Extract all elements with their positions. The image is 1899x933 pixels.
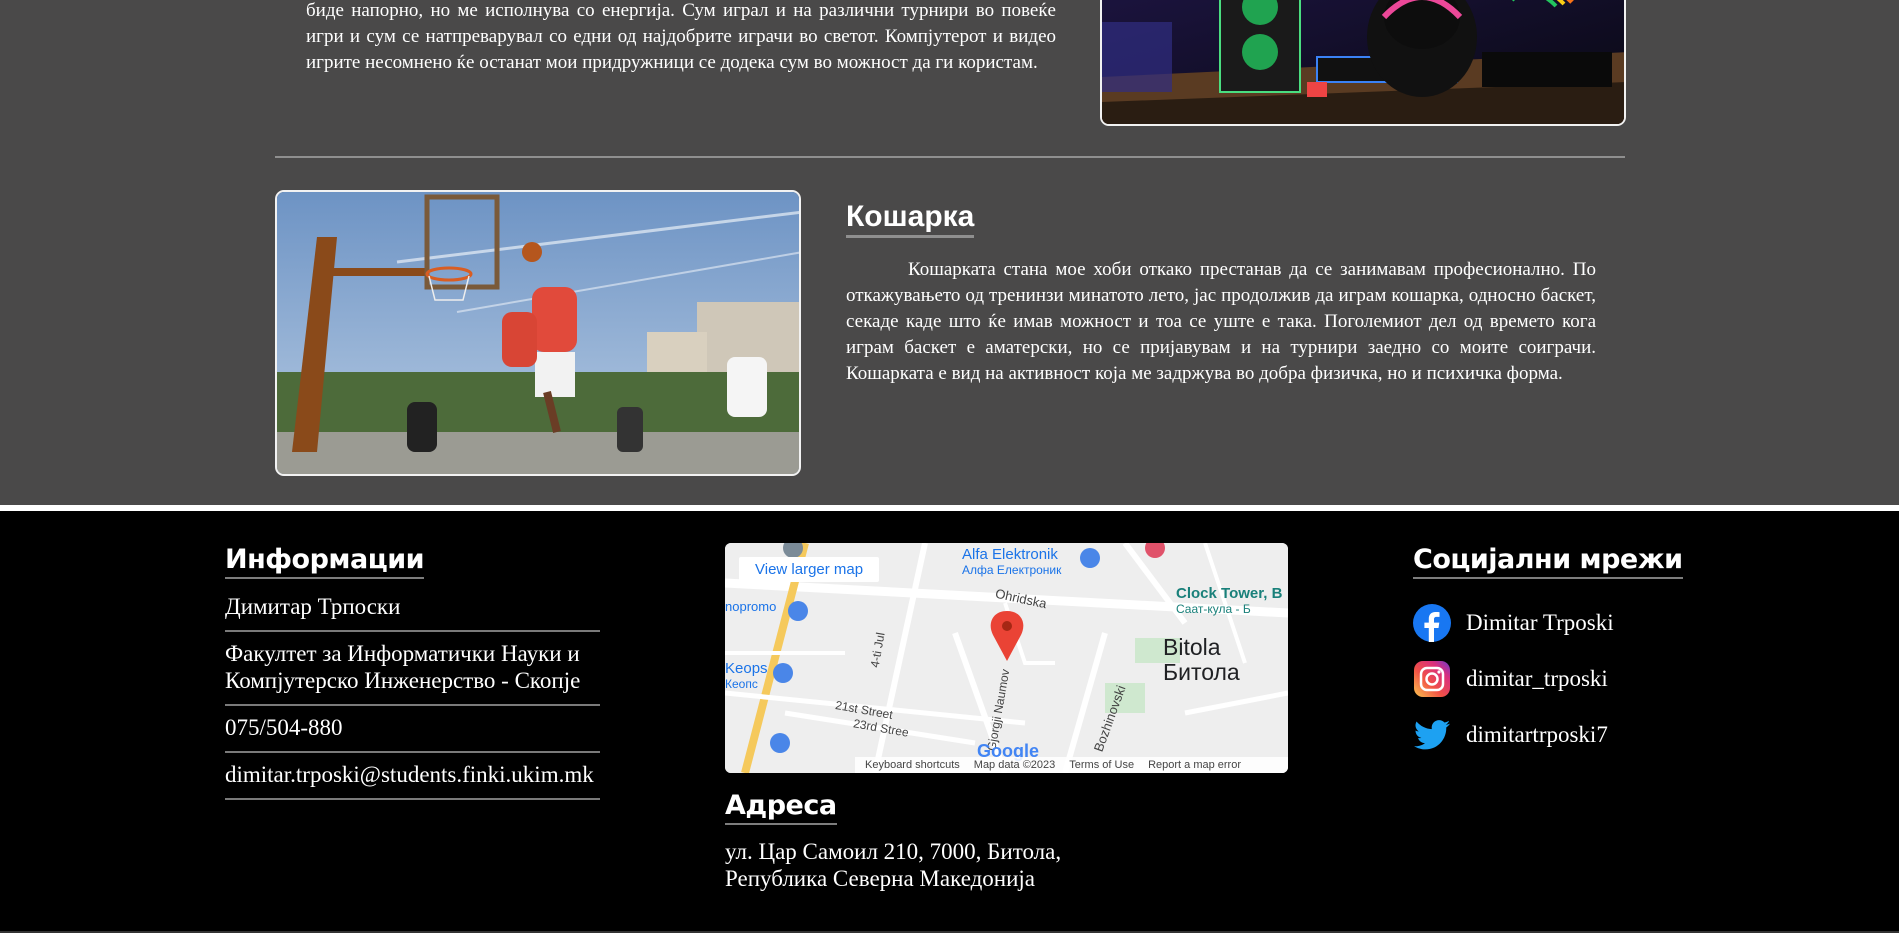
terms-of-use-link[interactable]: Terms of Use	[1069, 757, 1134, 773]
social-title: Социјални мрежи	[1413, 543, 1683, 579]
facebook-link[interactable]: Dimitar Trposki	[1466, 610, 1614, 636]
footer: Информации Димитар Трпоски Факултет за И…	[0, 511, 1899, 933]
twitter-link[interactable]: dimitartrposki7	[1466, 722, 1608, 748]
view-larger-map-link[interactable]: View larger map	[739, 557, 880, 582]
map-city-latin: Bitola	[1163, 634, 1221, 660]
address-line-2: Република Северна Македонија	[725, 866, 1036, 891]
gaming-setup-image	[1102, 0, 1624, 124]
map-data-text: Map data ©2023	[973, 759, 1056, 771]
hobbies-section: биде напорно, но ме исполнува со енергиј…	[0, 0, 1899, 505]
gaming-photo	[1100, 0, 1626, 126]
map-label-alfa: Alfa Elektronik	[962, 546, 1058, 563]
map-label-keops: Keops	[725, 660, 768, 677]
info-title: Информации	[225, 543, 425, 579]
embedded-map[interactable]: Alfa Elektronik Алфа Електроник Clock To…	[725, 543, 1288, 773]
map-label-keops-cyr: Кеопс	[725, 677, 758, 691]
info-list: Димитар Трпоски Факултет за Информатички…	[225, 585, 600, 800]
basketball-title: Кошарка	[846, 200, 975, 238]
instagram-link[interactable]: dimitar_trposki	[1466, 666, 1608, 692]
keyboard-shortcuts-link[interactable]: Keyboard shortcuts	[865, 757, 960, 773]
info-email: dimitar.trposki@students.finki.ukim.mk	[225, 753, 600, 800]
map-city-cyrillic: Битола	[1163, 659, 1240, 685]
basketball-photo	[275, 190, 801, 476]
social-twitter[interactable]: dimitartrposki7	[1413, 715, 1614, 755]
address-line-1: ул. Цар Самоил 210, 7000, Битола,	[725, 839, 1062, 864]
map-label-alfa-cyr: Алфа Електроник	[962, 563, 1062, 577]
map-label-clock-cyr: Саат-кула - Б	[1176, 602, 1251, 616]
facebook-icon[interactable]	[1413, 604, 1451, 642]
map-city-label: Bitola Битола	[1163, 635, 1240, 685]
map-label-clock: Clock Tower, B	[1176, 585, 1283, 602]
info-faculty: Факултет за Информатички Науки и Компјут…	[225, 632, 600, 706]
instagram-icon[interactable]	[1413, 660, 1451, 698]
info-phone: 075/504-880	[225, 706, 600, 753]
info-name: Димитар Трпоски	[225, 585, 600, 632]
map-attribution-bar: Keyboard shortcuts Map data ©2023 Terms …	[855, 757, 1288, 773]
twitter-icon[interactable]	[1413, 716, 1451, 754]
gaming-description: биде напорно, но ме исполнува со енергиј…	[306, 0, 1056, 73]
address-title: Адреса	[725, 789, 837, 825]
map-label-nopromo: nopromo	[725, 599, 777, 614]
basketball-description: Кошарката стана мое хоби откако престана…	[846, 259, 1596, 384]
social-instagram[interactable]: dimitar_trposki	[1413, 659, 1614, 699]
address-text: ул. Цар Самоил 210, 7000, Битола, Републ…	[725, 838, 1061, 892]
basketball-image	[277, 192, 799, 474]
report-map-error-link[interactable]: Report a map error	[1148, 757, 1241, 773]
social-facebook[interactable]: Dimitar Trposki	[1413, 603, 1614, 643]
section-divider	[275, 156, 1625, 158]
social-list: Dimitar Trposki dimitar_trposki dimitart…	[1413, 603, 1614, 771]
